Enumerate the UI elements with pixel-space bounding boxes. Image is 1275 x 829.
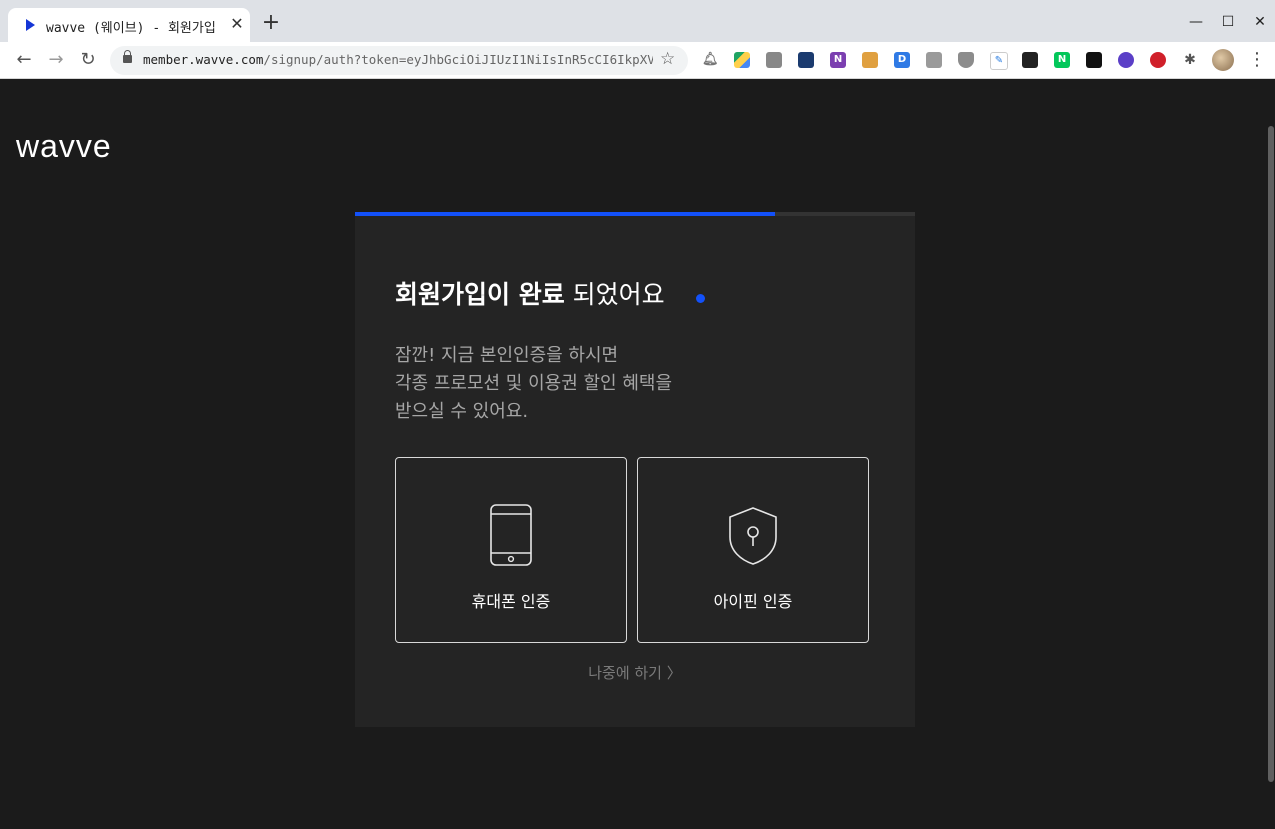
shield-keyhole-icon	[729, 507, 777, 565]
tab-close-icon[interactable]: ✕	[228, 13, 246, 35]
description-line: 잠깐! 지금 본인인증을 하시면	[395, 345, 619, 366]
signup-progress-fill	[355, 212, 775, 216]
verification-description: 잠깐! 지금 본인인증을 하시면 각종 프로모션 및 이용권 할인 혜택을 받으…	[395, 342, 672, 426]
signup-progress-bar	[355, 212, 915, 216]
headline-light: 되었어요	[564, 280, 665, 309]
eye-extension-icon[interactable]	[1118, 52, 1134, 68]
accent-dot	[696, 294, 705, 303]
shield-extension-icon[interactable]	[958, 52, 974, 68]
bell-icon[interactable]: 🔔︎	[702, 52, 719, 68]
ipin-verification-button[interactable]: 아이핀 인증	[637, 457, 869, 643]
wavve-logo[interactable]: wavve	[16, 128, 112, 165]
phone-verification-button[interactable]: 휴대폰 인증	[395, 457, 627, 643]
address-bar[interactable]: member.wavve.com/signup/auth?token=eyJhb…	[110, 46, 688, 75]
close-window-icon[interactable]: ✕	[1248, 10, 1272, 34]
description-line: 각종 프로모션 및 이용권 할인 혜택을	[395, 373, 673, 394]
browser-tab-bar: wavve (웨이브) - 회원가입 ✕ + — ☐ ✕	[0, 0, 1275, 42]
url-text[interactable]: member.wavve.com/signup/auth?token=eyJhb…	[143, 52, 653, 67]
lock-icon	[123, 50, 132, 63]
onenote-icon[interactable]: N	[830, 52, 846, 68]
paw-extension-icon[interactable]	[1086, 52, 1102, 68]
hexagon-extension-icon[interactable]	[926, 52, 942, 68]
wavve-favicon-icon	[26, 19, 35, 31]
smartphone-icon	[490, 504, 532, 566]
minimize-icon[interactable]: —	[1184, 10, 1208, 34]
picture-in-picture-icon[interactable]	[1022, 52, 1038, 68]
headline-bold: 회원가입이 완료	[395, 280, 565, 309]
new-tab-button[interactable]: +	[261, 12, 281, 34]
tab-title: wavve (웨이브) - 회원가입	[46, 21, 216, 36]
page-content: wavve 회원가입이 완료 되었어요 잠깐! 지금 본인인증을 하시면 각종 …	[2, 79, 1267, 829]
camera-icon[interactable]	[766, 52, 782, 68]
analytics-icon[interactable]	[798, 52, 814, 68]
browser-tab[interactable]: wavve (웨이브) - 회원가입 ✕	[8, 8, 250, 42]
face-extension-icon[interactable]	[862, 52, 878, 68]
reload-icon[interactable]: ↻	[76, 48, 100, 72]
scrollbar-thumb[interactable]	[1268, 126, 1274, 782]
profile-avatar[interactable]	[1212, 49, 1234, 71]
signup-complete-card: 회원가입이 완료 되었어요 잠깐! 지금 본인인증을 하시면 각종 프로모션 및…	[355, 212, 915, 727]
back-icon[interactable]: ←	[12, 48, 36, 72]
maximize-icon[interactable]: ☐	[1216, 10, 1240, 34]
phone-verification-label: 휴대폰 인증	[471, 592, 551, 611]
extensions-puzzle-icon[interactable]: ✱	[1182, 52, 1198, 68]
skip-later-link[interactable]: 나중에 하기 〉	[355, 662, 915, 683]
url-host: member.wavve.com	[143, 52, 264, 67]
bookmark-star-icon[interactable]: ☆	[660, 49, 675, 69]
description-line: 받으실 수 있어요.	[395, 401, 529, 422]
url-path: /signup/auth?token=eyJhbGciOiJIUzI1NiIsI…	[263, 52, 653, 67]
naver-icon[interactable]: N	[1054, 52, 1070, 68]
browser-menu-icon[interactable]: ⋮	[1248, 49, 1266, 71]
browser-toolbar: ← → ↻ member.wavve.com/signup/auth?token…	[0, 42, 1275, 79]
google-drive-icon[interactable]	[734, 52, 750, 68]
ipin-verification-label: 아이핀 인증	[713, 592, 793, 611]
forward-icon[interactable]: →	[44, 48, 68, 72]
pen-extension-icon[interactable]: ✎	[990, 52, 1008, 70]
red-extension-icon[interactable]	[1150, 52, 1166, 68]
page-title: 회원가입이 완료 되었어요	[395, 275, 665, 311]
d-extension-icon[interactable]: D	[894, 52, 910, 68]
